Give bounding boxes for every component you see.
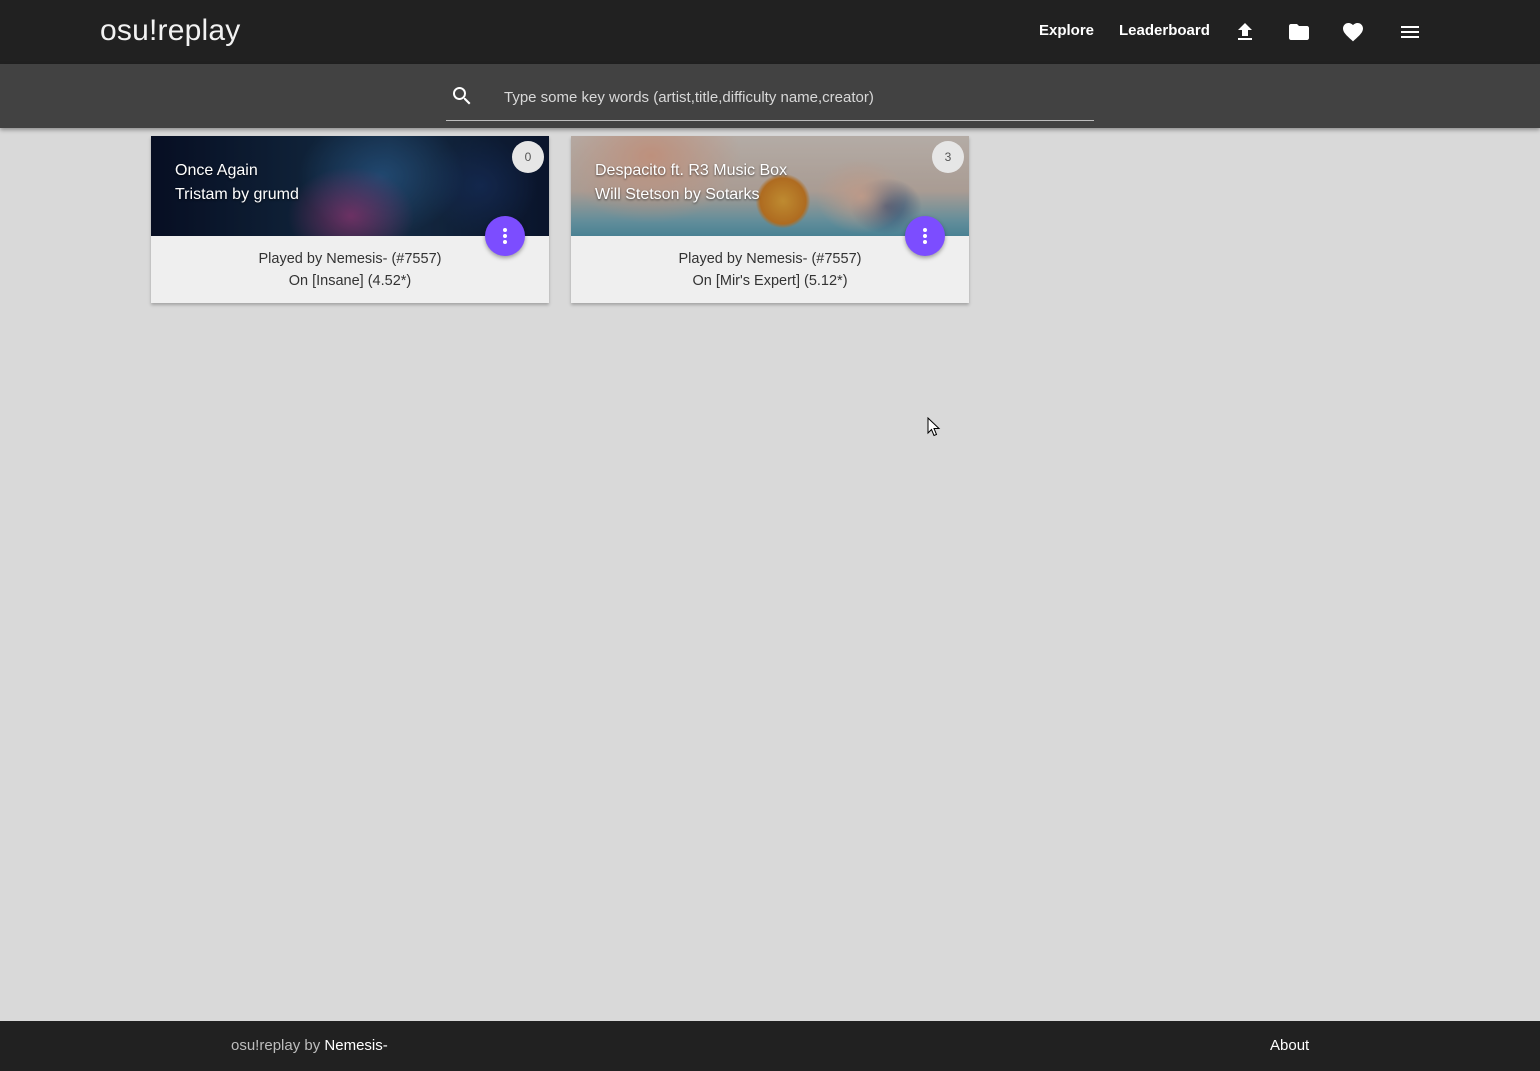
top-navbar: osu!replay Explore Leaderboard xyxy=(0,0,1540,64)
played-by-text: Played by Nemesis- (#7557) xyxy=(258,251,442,267)
played-by-text: Played by Nemesis- (#7557) xyxy=(678,251,862,267)
search-bar xyxy=(0,64,1540,128)
mouse-cursor-icon xyxy=(927,417,941,437)
beatmap-artist-creator: Tristam by grumd xyxy=(175,186,299,203)
card-info: Played by Nemesis- (#7557) On [Insane] (… xyxy=(151,248,549,292)
beatmap-cover-image: Despacito ft. R3 Music Box Will Stetson … xyxy=(571,136,969,236)
difficulty-text: On [Mir's Expert] (5.12*) xyxy=(692,273,848,289)
brand-logo-link[interactable]: osu!replay xyxy=(100,14,240,48)
replay-card[interactable]: Once Again Tristam by grumd 0 Played by … xyxy=(151,136,549,303)
footer-author-link[interactable]: Nemesis- xyxy=(324,1037,387,1054)
nav-leaderboard-link[interactable]: Leaderboard xyxy=(1119,22,1210,39)
upload-icon[interactable] xyxy=(1233,20,1257,44)
beatmap-title: Once Again xyxy=(175,162,258,179)
about-link[interactable]: About xyxy=(1270,1037,1309,1054)
footer-credit: osu!replay by Nemesis- xyxy=(231,1037,388,1054)
search-input[interactable] xyxy=(504,76,1084,118)
more-vert-icon xyxy=(503,228,507,244)
count-badge: 0 xyxy=(512,141,544,173)
beatmap-cover-image: Once Again Tristam by grumd 0 xyxy=(151,136,549,236)
search-icon xyxy=(450,84,474,108)
beatmap-artist-creator: Will Stetson by Sotarks xyxy=(595,186,760,203)
search-field xyxy=(446,76,1094,121)
count-badge: 3 xyxy=(932,141,964,173)
replay-card[interactable]: Despacito ft. R3 Music Box Will Stetson … xyxy=(571,136,969,303)
more-vert-icon xyxy=(923,228,927,244)
footer-by: by xyxy=(300,1037,325,1054)
beatmap-title: Despacito ft. R3 Music Box xyxy=(595,162,788,179)
menu-icon[interactable] xyxy=(1398,20,1422,44)
footer: osu!replay by Nemesis- About xyxy=(0,1021,1540,1071)
footer-brand: osu!replay xyxy=(231,1037,301,1054)
folder-icon[interactable] xyxy=(1287,20,1311,44)
heart-icon[interactable] xyxy=(1341,20,1365,44)
card-info: Played by Nemesis- (#7557) On [Mir's Exp… xyxy=(571,248,969,292)
difficulty-text: On [Insane] (4.52*) xyxy=(288,273,412,289)
nav-explore-link[interactable]: Explore xyxy=(1039,22,1094,39)
